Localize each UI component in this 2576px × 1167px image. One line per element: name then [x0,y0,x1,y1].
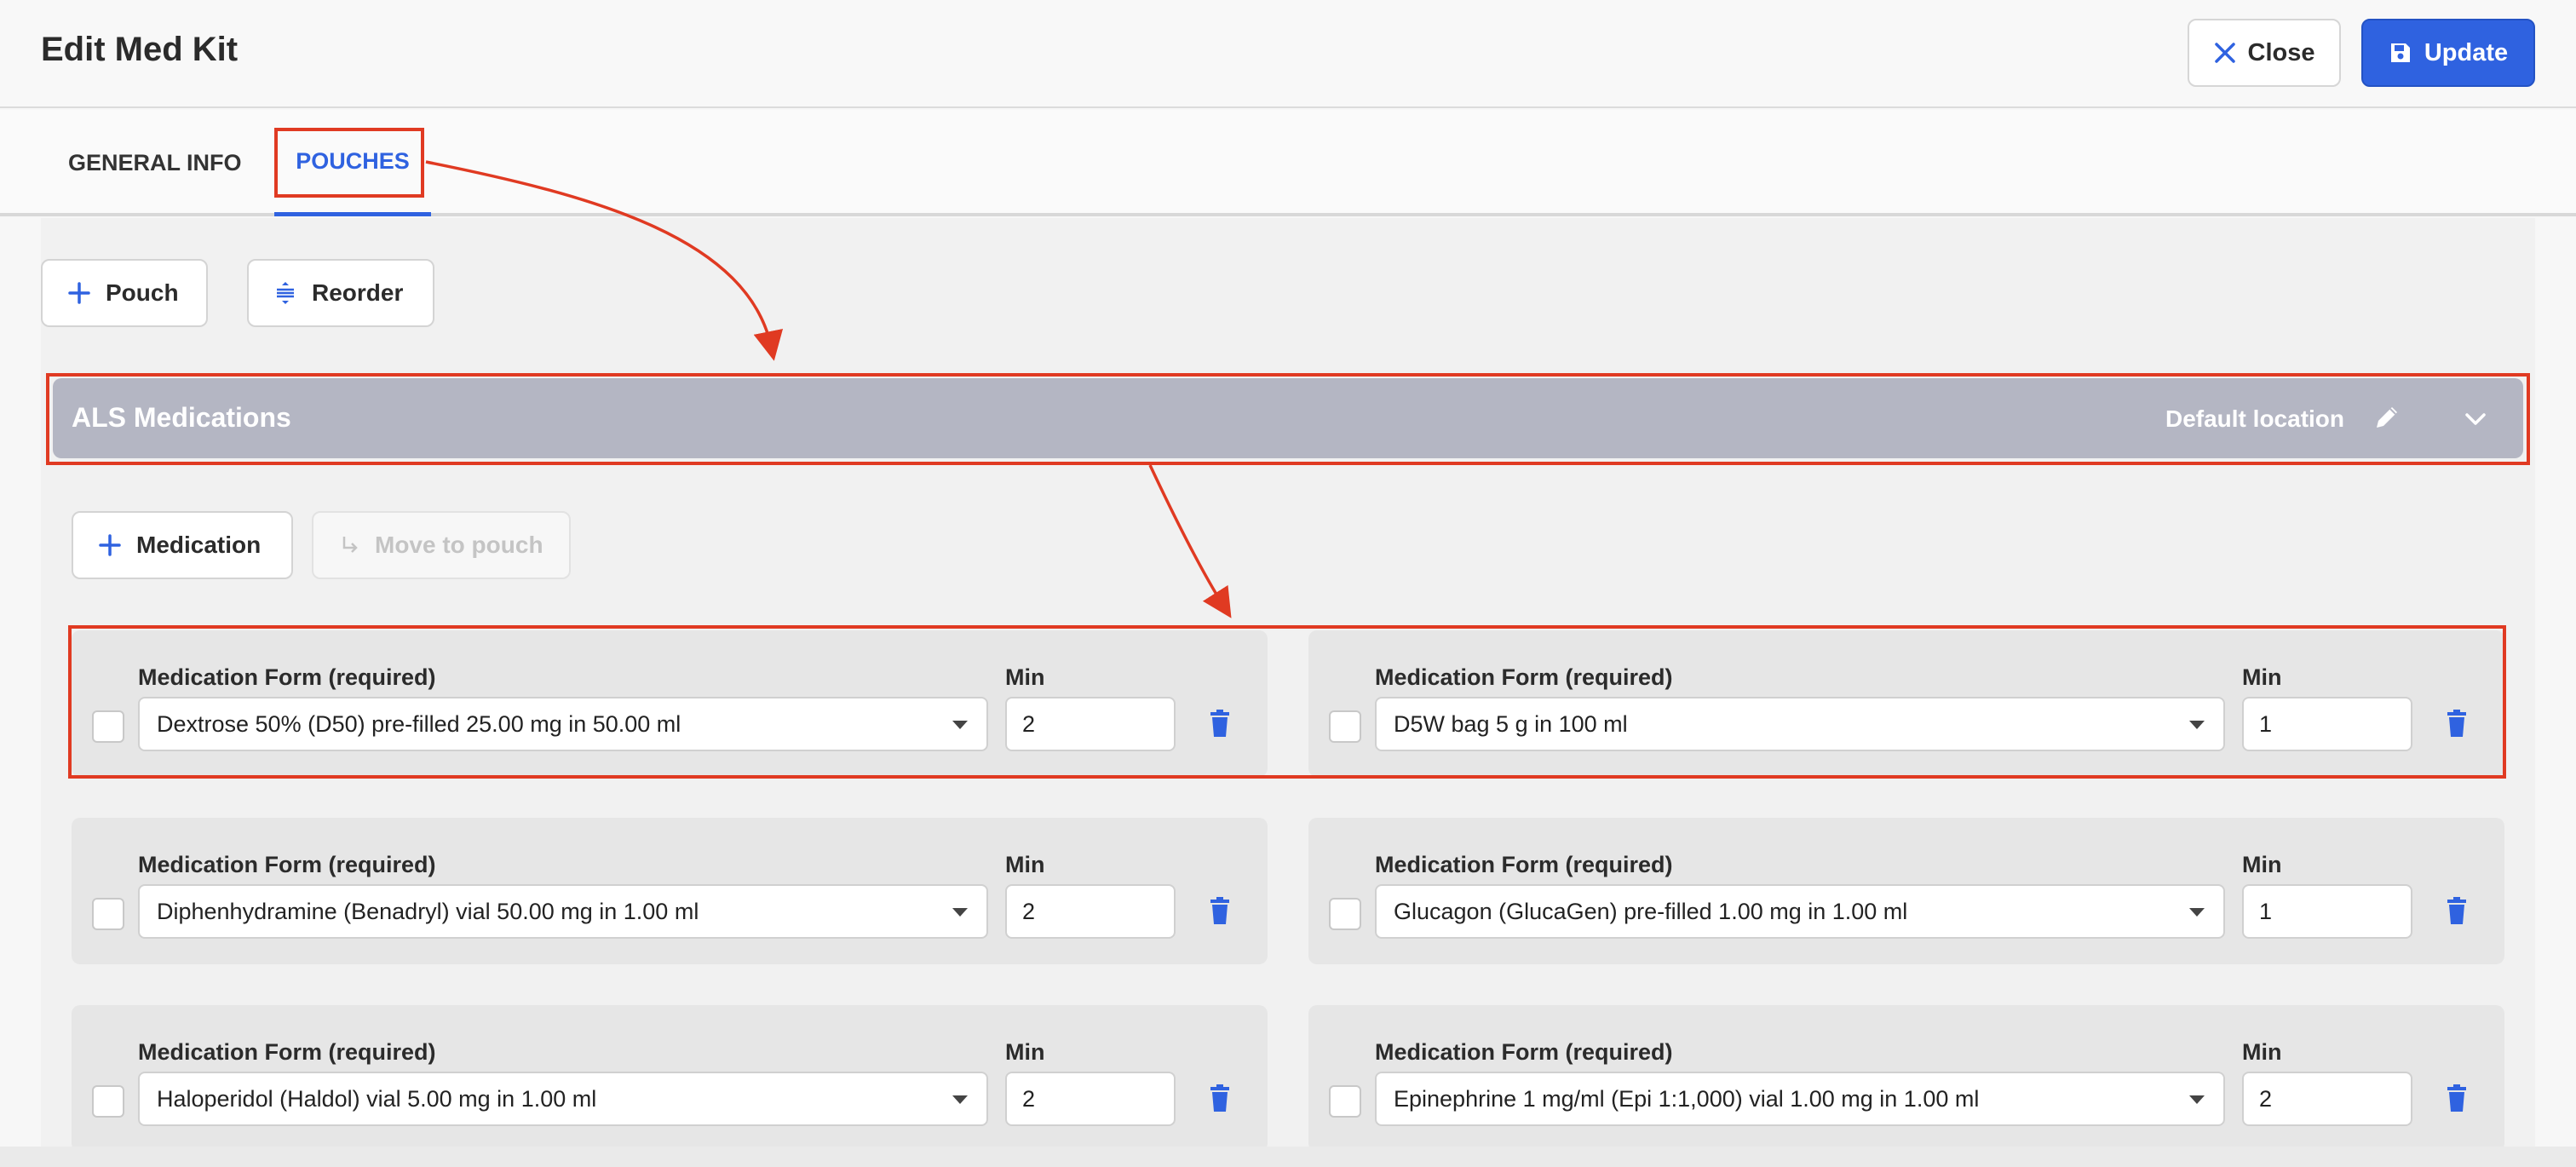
annotation-arrow-pouch-to-row [1148,464,1232,618]
annotation-arrow-tab-to-pouch [425,160,784,361]
annotation-arrows [425,160,1232,618]
